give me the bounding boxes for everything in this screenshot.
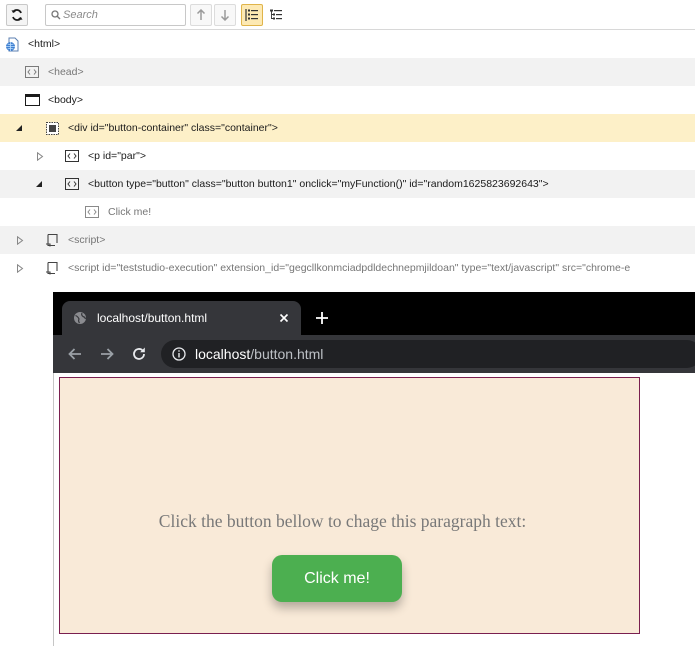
tab-strip: localhost/button.html — [53, 292, 695, 335]
window-icon — [24, 92, 40, 108]
tree-node-label: <button type="button" class="button butt… — [88, 178, 549, 190]
arrow-down-icon — [220, 10, 230, 21]
tree-node-div-container[interactable]: <div id="button-container" class="contai… — [0, 114, 695, 142]
refresh-icon — [11, 9, 23, 21]
url-host: localhost — [195, 346, 251, 362]
element-icon — [64, 176, 80, 192]
plus-icon — [316, 312, 328, 324]
tree-node-label: <head> — [48, 66, 84, 78]
collapsed-arrow-icon[interactable] — [35, 151, 45, 161]
search-box[interactable] — [45, 4, 186, 26]
new-tab-button[interactable] — [313, 309, 331, 327]
tree-node-label: Click me! — [108, 206, 152, 218]
tree-node-script[interactable]: <script> — [0, 226, 695, 254]
refresh-button[interactable] — [6, 4, 28, 26]
script-icon — [44, 260, 60, 276]
browser-toolbar: localhost/button.html — [53, 335, 695, 373]
element-icon — [24, 64, 40, 80]
tree-node-label: <p id="par"> — [88, 150, 146, 162]
collapsed-arrow-icon[interactable] — [15, 235, 25, 245]
page-viewport: Click the button bellow to chage this pa… — [53, 373, 695, 646]
globe-document-icon — [4, 36, 20, 52]
back-button[interactable] — [66, 345, 84, 363]
close-icon — [279, 313, 289, 323]
paragraph-text: Click the button bellow to chage this pa… — [158, 511, 527, 531]
text-node-icon — [84, 204, 100, 220]
tree-view-button[interactable] — [265, 4, 287, 26]
list-view-icon — [245, 9, 258, 21]
tree-node-label: <script> — [68, 234, 106, 246]
tree-node-p[interactable]: <p id="par"> — [0, 142, 695, 170]
script-icon — [44, 232, 60, 248]
browser-tab[interactable]: localhost/button.html — [62, 301, 301, 335]
reload-icon — [133, 347, 145, 360]
tree-node-script-teststudio[interactable]: <script id="teststudio-execution" extens… — [0, 254, 695, 282]
arrow-up-icon — [196, 9, 206, 20]
button-container: Click the button bellow to chage this pa… — [59, 377, 640, 634]
div-element-icon — [44, 120, 60, 136]
url-text[interactable]: localhost/button.html — [195, 347, 323, 362]
expanded-arrow-icon[interactable] — [34, 179, 44, 189]
tree-node-label: <div id="button-container" class="contai… — [68, 122, 278, 134]
tab-title: localhost/button.html — [97, 311, 208, 325]
dom-explorer-toolbar — [0, 0, 695, 30]
arrow-right-icon — [101, 348, 114, 360]
browser-window: localhost/button.html localhost/button.h… — [53, 292, 695, 646]
tree-node-body[interactable]: <body> — [0, 86, 695, 114]
element-icon — [64, 148, 80, 164]
reload-button[interactable] — [130, 345, 148, 363]
tree-node-html[interactable]: <html> — [0, 30, 695, 58]
forward-button[interactable] — [98, 345, 116, 363]
click-me-button[interactable]: Click me! — [272, 555, 402, 602]
collapsed-arrow-icon[interactable] — [15, 263, 25, 273]
globe-icon — [73, 311, 87, 330]
tree-node-label: <script id="teststudio-execution" extens… — [68, 262, 631, 274]
address-bar[interactable]: localhost/button.html — [161, 340, 695, 368]
tree-view-icon — [270, 9, 282, 20]
info-icon[interactable] — [172, 347, 186, 366]
tree-node-label: <html> — [28, 38, 61, 50]
screen: <html> <head> <body> — [0, 0, 695, 646]
expanded-arrow-icon[interactable] — [14, 123, 24, 133]
next-match-button[interactable] — [214, 4, 236, 26]
tree-node-text[interactable]: Click me! — [0, 198, 695, 226]
tree-node-button[interactable]: <button type="button" class="button butt… — [0, 170, 695, 198]
arrow-left-icon — [68, 348, 81, 360]
tree-node-head[interactable]: <head> — [0, 58, 695, 86]
search-icon — [51, 10, 61, 20]
tree-node-label: <body> — [48, 94, 84, 106]
previous-match-button[interactable] — [190, 4, 212, 26]
list-view-button[interactable] — [241, 4, 263, 26]
search-input[interactable] — [63, 7, 181, 23]
url-path: /button.html — [250, 346, 324, 362]
close-tab-button[interactable] — [276, 310, 292, 326]
